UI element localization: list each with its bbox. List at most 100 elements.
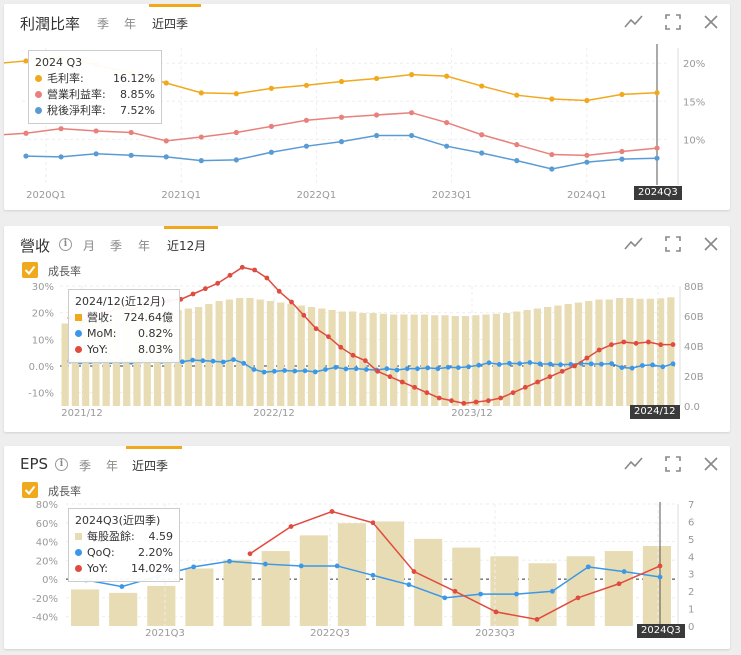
series-point	[338, 139, 345, 145]
y-left-tick-label: -20%	[32, 594, 58, 605]
series-point	[338, 114, 345, 120]
series-point	[128, 129, 134, 136]
revenue-bar	[472, 315, 480, 406]
qoq-point	[657, 574, 663, 580]
growth-point	[658, 342, 664, 348]
series-point	[268, 85, 274, 91]
series-point	[23, 130, 29, 136]
x-tick-label: 2020Q1	[26, 190, 66, 201]
series-point	[303, 82, 310, 88]
growth-point	[473, 399, 479, 405]
growth-point	[486, 360, 492, 366]
series-point	[268, 123, 274, 129]
series-point	[373, 75, 380, 82]
series-point	[584, 159, 590, 165]
series-point	[409, 72, 415, 78]
y-right-tick-label: 7	[688, 500, 694, 511]
revenue-card: 營收 i 月 季 年 近12月 成長率 -10% 0.0% 10% 20% 30% 0.0…	[4, 226, 730, 432]
eps-bar	[376, 521, 405, 626]
growth-point	[445, 364, 451, 370]
series-point	[303, 143, 310, 149]
yoy-point	[411, 569, 417, 574]
revenue-bar	[502, 313, 511, 406]
eps-bar	[185, 568, 214, 626]
y-left-tick-label: 20%	[36, 556, 58, 567]
tooltip-label: 每股盈餘:	[87, 530, 135, 543]
revenue-bar	[533, 308, 542, 406]
x-tick-label: 2022Q1	[297, 190, 337, 201]
tooltip-row-qoq: QoQ: 2.20%	[75, 545, 173, 561]
revenue-bar	[595, 299, 603, 406]
series-point	[198, 158, 204, 164]
series-point	[233, 91, 239, 97]
series-point	[233, 157, 239, 163]
revenue-bar	[554, 305, 562, 406]
yoy-point	[534, 617, 540, 622]
series-point	[163, 138, 169, 144]
growth-point	[510, 390, 516, 396]
revenue-bar	[236, 298, 244, 406]
y-left-tick-label: -10%	[28, 389, 54, 400]
growth-point	[272, 368, 277, 374]
y-right-tick-label: 40B	[684, 342, 704, 353]
margin-card: 利潤比率 季 年 近四季 10% 15% 20% 2020Q1 2021Q1 2022Q1…	[4, 4, 730, 210]
y-left-tick-label: 10%	[32, 335, 54, 346]
growth-point	[289, 299, 294, 305]
revenue-bar	[574, 302, 583, 406]
revenue-bar	[277, 302, 285, 406]
growth-point	[387, 374, 393, 380]
growth-point	[572, 363, 577, 369]
revenue-bar	[348, 311, 357, 406]
x-tick-label: 2021Q3	[145, 628, 185, 639]
series-point	[479, 83, 485, 89]
revenue-bar	[318, 308, 326, 406]
growth-point	[350, 352, 356, 358]
growth-point	[394, 367, 400, 373]
series-point	[584, 97, 590, 104]
series-point	[619, 91, 625, 98]
revenue-bar	[297, 305, 305, 406]
qoq-point	[191, 564, 197, 570]
y-right-tick-label: 6	[688, 517, 694, 528]
growth-point	[180, 359, 185, 365]
y-right-tick-label: 3	[688, 570, 694, 581]
series-point	[409, 110, 415, 116]
growth-point	[596, 347, 602, 353]
revenue-bar	[615, 298, 624, 406]
growth-point	[404, 366, 410, 372]
growth-point	[312, 369, 318, 375]
growth-point	[302, 368, 308, 374]
growth-point	[239, 264, 245, 270]
tooltip-value: 7.52%	[120, 104, 155, 117]
series-point	[444, 73, 450, 79]
tooltip-row-eps: 每股盈餘: 4.59	[75, 529, 173, 545]
revenue-bar	[400, 314, 408, 406]
tooltip-row-revenue: 營收: 724.64億	[75, 310, 173, 326]
growth-point	[547, 374, 553, 380]
qoq-dot	[75, 549, 82, 556]
revenue-current-badge: 2024/12	[630, 405, 680, 419]
growth-point	[202, 286, 208, 292]
revenue-square	[75, 314, 82, 321]
growth-point	[282, 368, 288, 373]
series-point	[198, 134, 204, 140]
growth-point	[650, 362, 655, 368]
growth-point	[200, 358, 206, 364]
revenue-bar	[482, 314, 490, 406]
growth-point	[412, 384, 417, 390]
growth-point	[436, 395, 442, 401]
y-right-tick-label: 5	[688, 535, 694, 546]
tooltip-row-yoy: YoY: 14.02%	[75, 561, 173, 577]
growth-point	[559, 368, 565, 374]
series-point	[619, 156, 625, 162]
growth-point	[292, 368, 298, 374]
growth-point	[633, 340, 639, 346]
y-right-tick-label: 60B	[684, 312, 704, 323]
growth-point	[535, 379, 541, 385]
series-point	[654, 90, 660, 96]
series-point	[514, 158, 520, 164]
growth-point	[609, 342, 614, 348]
tooltip-value: 8.03%	[138, 343, 173, 356]
yoy-dot	[75, 346, 82, 353]
revenue-bar	[585, 301, 593, 406]
